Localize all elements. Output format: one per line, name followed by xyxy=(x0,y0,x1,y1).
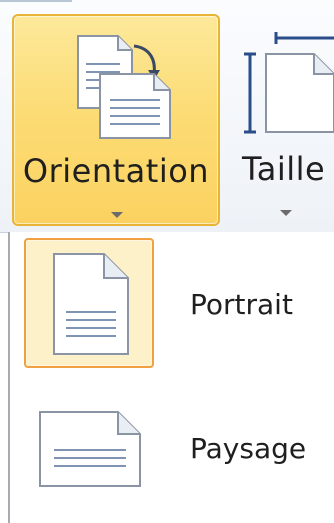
orientation-label: Orientation xyxy=(22,152,210,190)
orientation-button[interactable]: Orientation xyxy=(12,14,220,226)
size-label: Taille xyxy=(242,150,326,188)
menu-item-portrait[interactable]: Portrait xyxy=(10,238,334,368)
orientation-icon xyxy=(74,30,178,144)
page-setup-dropdown: Orientation Taille Portrait Paysage xyxy=(0,0,334,523)
orientation-menu: Portrait Paysage xyxy=(8,232,334,523)
landscape-thumbnail[interactable] xyxy=(24,382,154,512)
paysage-label: Paysage xyxy=(190,432,307,465)
ribbon-group: Orientation Taille xyxy=(0,0,334,233)
portrait-thumbnail[interactable] xyxy=(24,238,154,368)
size-dropdown-arrow-icon[interactable] xyxy=(280,210,292,216)
size-icon xyxy=(244,28,334,142)
size-button[interactable]: Taille xyxy=(234,14,334,226)
menu-item-paysage[interactable]: Paysage xyxy=(10,382,334,512)
portrait-page-icon xyxy=(53,253,129,355)
portrait-label: Portrait xyxy=(190,288,293,321)
ribbon-top-divider xyxy=(0,0,72,2)
landscape-page-icon xyxy=(39,411,141,487)
orientation-dropdown-arrow-icon[interactable] xyxy=(111,212,123,218)
